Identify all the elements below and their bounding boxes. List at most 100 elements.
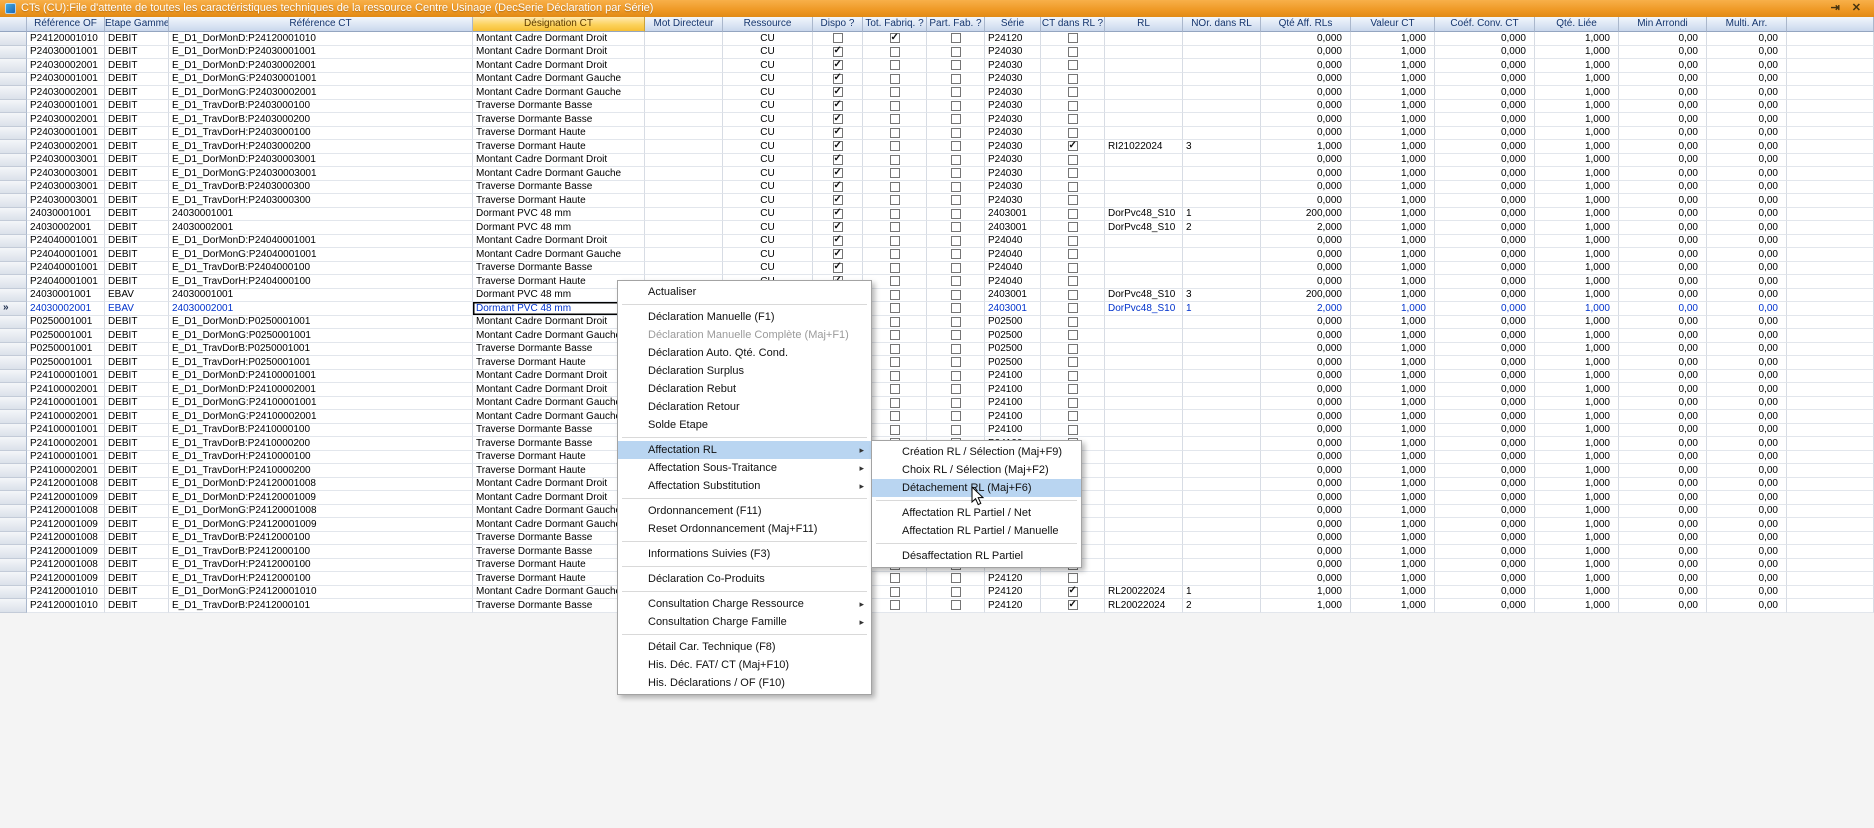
cell-qte-liee[interactable]: 1,000 — [1535, 437, 1619, 451]
cell-min-arr[interactable]: 0,00 — [1619, 505, 1707, 519]
row-header[interactable] — [0, 491, 27, 505]
row-header[interactable] — [0, 154, 27, 168]
table-row[interactable]: 24030001001EBAV24030001001Dormant PVC 48… — [0, 289, 1874, 303]
cell-multi-arr[interactable]: 0,00 — [1707, 140, 1787, 154]
cell-ct-rl[interactable] — [1041, 370, 1105, 384]
row-header[interactable] — [0, 248, 27, 262]
cell-ref-ct[interactable]: E_D1_DorMonG:P24030003001 — [169, 167, 473, 181]
ct-rl-checkbox[interactable] — [1068, 195, 1078, 205]
cell-nor[interactable] — [1183, 113, 1261, 127]
cell-part-fab[interactable] — [927, 113, 985, 127]
cell-ref-ct[interactable]: E_D1_DorMonD:P24030001001 — [169, 46, 473, 60]
table-row[interactable]: P24030002001DEBITE_D1_TravDorH:P24030002… — [0, 140, 1874, 154]
cell-serie[interactable]: P24030 — [985, 46, 1041, 60]
cell-mot[interactable] — [645, 262, 723, 276]
cell-ressource[interactable]: CU — [723, 32, 813, 46]
cell-min-arr[interactable]: 0,00 — [1619, 545, 1707, 559]
cell-qte-aff[interactable]: 200,000 — [1261, 289, 1351, 303]
cell-coef[interactable]: 0,000 — [1435, 59, 1535, 73]
cell-ct-rl[interactable] — [1041, 113, 1105, 127]
cell-qte-aff[interactable]: 0,000 — [1261, 262, 1351, 276]
cell-dispo[interactable] — [813, 32, 863, 46]
ct-rl-checkbox[interactable] — [1068, 573, 1078, 583]
dispo-checkbox[interactable] — [833, 141, 843, 151]
cell-valeur[interactable]: 1,000 — [1351, 86, 1435, 100]
cell-dispo[interactable] — [813, 154, 863, 168]
menu-item-his-declarations-of-f10[interactable]: His. Déclarations / OF (F10) — [618, 674, 871, 692]
cell-part-fab[interactable] — [927, 140, 985, 154]
cell-coef[interactable]: 0,000 — [1435, 343, 1535, 357]
table-row[interactable]: P24040001001DEBITE_D1_TravDorH:P24040001… — [0, 275, 1874, 289]
cell-multi-arr[interactable]: 0,00 — [1707, 464, 1787, 478]
cell-ct-rl[interactable] — [1041, 221, 1105, 235]
cell-etape[interactable]: DEBIT — [105, 518, 169, 532]
cell-ct-rl[interactable] — [1041, 572, 1105, 586]
cell-qte-liee[interactable]: 1,000 — [1535, 208, 1619, 222]
cell-ct-rl[interactable] — [1041, 127, 1105, 141]
ct-rl-checkbox[interactable] — [1068, 276, 1078, 286]
cell-qte-aff[interactable]: 0,000 — [1261, 235, 1351, 249]
cell-tot-fab[interactable] — [863, 73, 927, 87]
cell-tot-fab[interactable] — [863, 113, 927, 127]
cell-tot-fab[interactable] — [863, 248, 927, 262]
tot-fab-checkbox[interactable] — [890, 587, 900, 597]
cell-part-fab[interactable] — [927, 316, 985, 330]
cell-tot-fab[interactable] — [863, 154, 927, 168]
cell-ref-of[interactable]: P24120001009 — [27, 518, 105, 532]
cell-serie[interactable]: P24030 — [985, 167, 1041, 181]
cell-ref-of[interactable]: P24120001009 — [27, 572, 105, 586]
cell-ref-of[interactable]: P24100002001 — [27, 410, 105, 424]
cell-qte-liee[interactable]: 1,000 — [1535, 316, 1619, 330]
cell-coef[interactable]: 0,000 — [1435, 316, 1535, 330]
tot-fab-checkbox[interactable] — [890, 236, 900, 246]
cell-ref-ct[interactable]: E_D1_DorMonG:P0250001001 — [169, 329, 473, 343]
cell-ref-of[interactable]: P24120001009 — [27, 545, 105, 559]
ct-rl-checkbox[interactable] — [1068, 330, 1078, 340]
column-header-etape[interactable]: Etape Gamme — [105, 17, 169, 32]
tot-fab-checkbox[interactable] — [890, 384, 900, 394]
cell-ref-of[interactable]: P24030002001 — [27, 59, 105, 73]
cell-ref-of[interactable]: 24030001001 — [27, 208, 105, 222]
cell-multi-arr[interactable]: 0,00 — [1707, 154, 1787, 168]
cell-qte-aff[interactable]: 200,000 — [1261, 208, 1351, 222]
cell-nor[interactable] — [1183, 491, 1261, 505]
cell-valeur[interactable]: 1,000 — [1351, 383, 1435, 397]
cell-ct-rl[interactable] — [1041, 329, 1105, 343]
cell-serie[interactable]: P24100 — [985, 410, 1041, 424]
cell-nor[interactable] — [1183, 316, 1261, 330]
cell-rl[interactable] — [1105, 248, 1183, 262]
tot-fab-checkbox[interactable] — [890, 141, 900, 151]
cell-rl[interactable] — [1105, 113, 1183, 127]
cell-designation[interactable]: Dormant PVC 48 mm — [473, 221, 645, 235]
cell-ref-ct[interactable]: E_D1_TravDorB:P0250001001 — [169, 343, 473, 357]
cell-qte-liee[interactable]: 1,000 — [1535, 478, 1619, 492]
row-header[interactable] — [0, 289, 27, 303]
row-header[interactable] — [0, 343, 27, 357]
dispo-checkbox[interactable] — [833, 195, 843, 205]
cell-ref-of[interactable]: 24030001001 — [27, 289, 105, 303]
cell-valeur[interactable]: 1,000 — [1351, 370, 1435, 384]
cell-min-arr[interactable]: 0,00 — [1619, 275, 1707, 289]
cell-valeur[interactable]: 1,000 — [1351, 194, 1435, 208]
dispo-checkbox[interactable] — [833, 249, 843, 259]
dispo-checkbox[interactable] — [833, 101, 843, 111]
cell-coef[interactable]: 0,000 — [1435, 437, 1535, 451]
cell-qte-aff[interactable]: 0,000 — [1261, 194, 1351, 208]
cell-dispo[interactable] — [813, 127, 863, 141]
cell-multi-arr[interactable]: 0,00 — [1707, 32, 1787, 46]
cell-part-fab[interactable] — [927, 100, 985, 114]
cell-ref-of[interactable]: P24040001001 — [27, 248, 105, 262]
cell-coef[interactable]: 0,000 — [1435, 424, 1535, 438]
cell-valeur[interactable]: 1,000 — [1351, 478, 1435, 492]
cell-valeur[interactable]: 1,000 — [1351, 316, 1435, 330]
cell-etape[interactable]: DEBIT — [105, 410, 169, 424]
cell-valeur[interactable]: 1,000 — [1351, 559, 1435, 573]
cell-part-fab[interactable] — [927, 86, 985, 100]
cell-valeur[interactable]: 1,000 — [1351, 262, 1435, 276]
menu-item-actualiser[interactable]: Actualiser — [618, 283, 871, 301]
cell-ct-rl[interactable] — [1041, 316, 1105, 330]
grid-corner-cell[interactable] — [0, 17, 27, 32]
ct-rl-checkbox[interactable] — [1068, 47, 1078, 57]
cell-nor[interactable] — [1183, 545, 1261, 559]
cell-valeur[interactable]: 1,000 — [1351, 46, 1435, 60]
